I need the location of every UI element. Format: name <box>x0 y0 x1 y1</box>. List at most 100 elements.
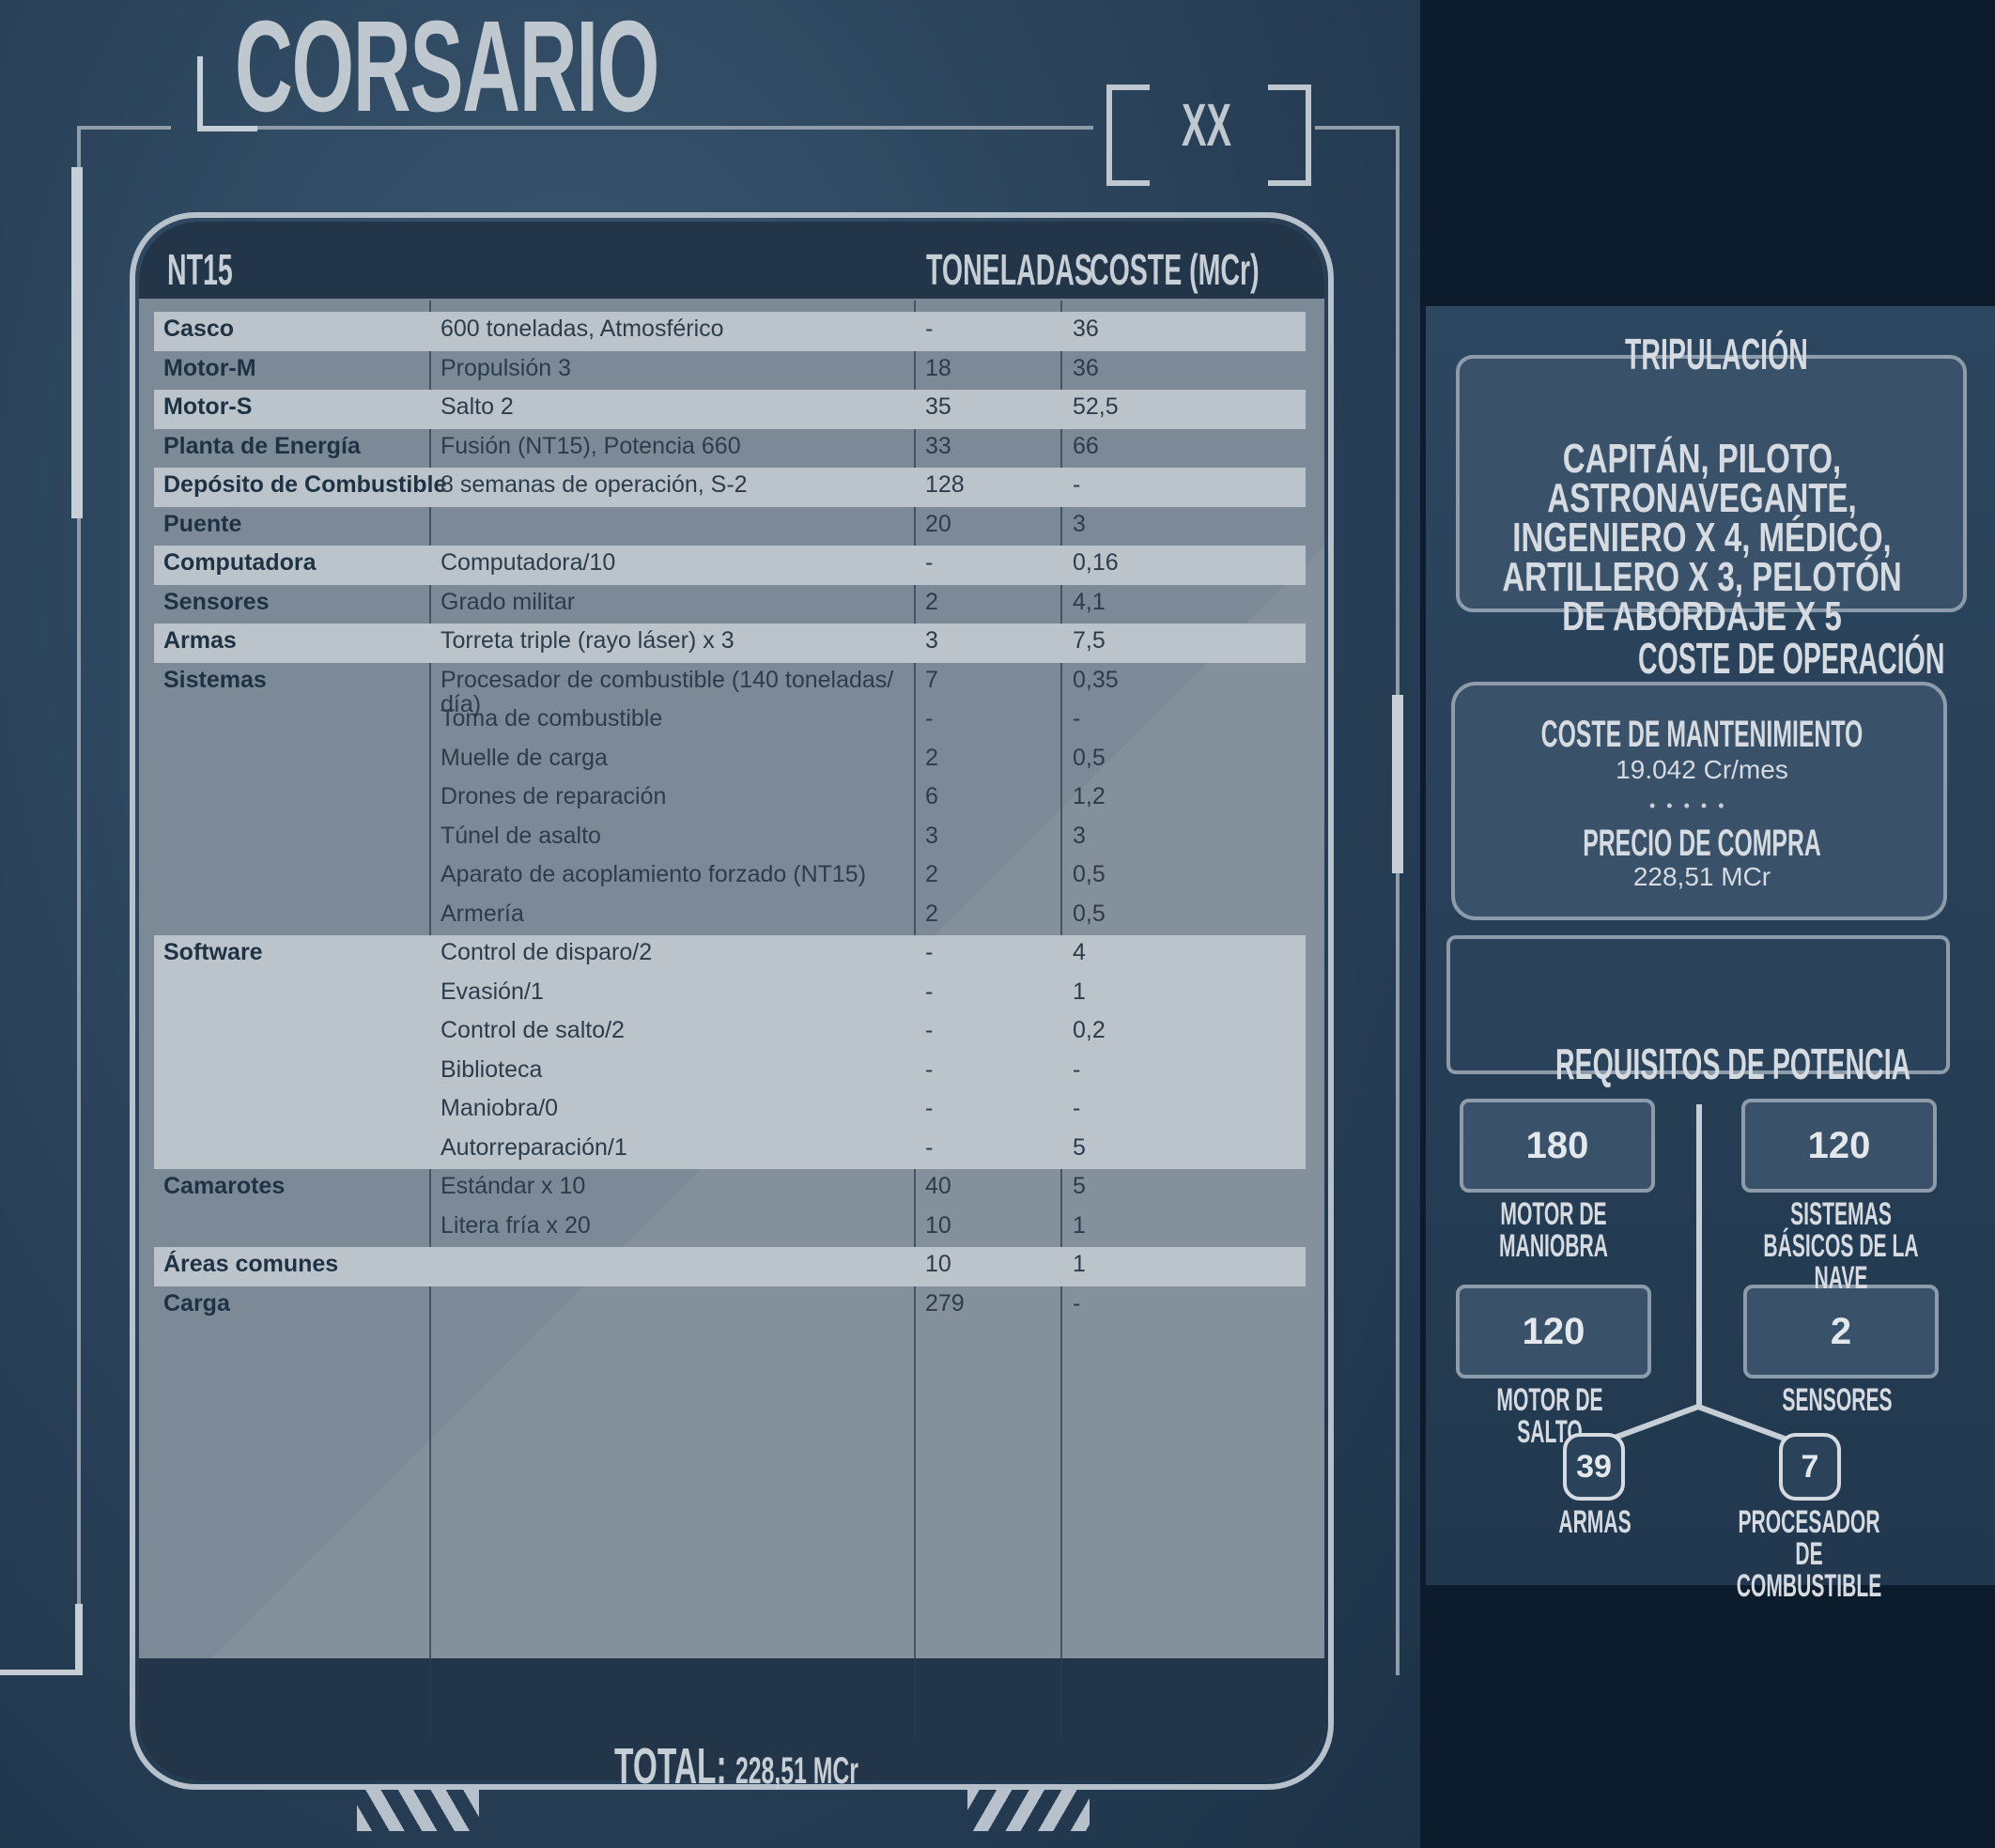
table-row: Carga 279 - <box>154 1286 1306 1326</box>
table-header: NT15 TONELADAS COSTE (MCr) <box>139 222 1324 299</box>
power-label: MOTOR DE MANIOBRA <box>1499 1196 1608 1264</box>
table-cell-label: Sistemas <box>163 666 267 693</box>
table-row: Biblioteca - - <box>154 1052 1306 1091</box>
frame-line <box>1315 126 1400 130</box>
table-cell-tons: 2 <box>925 900 938 927</box>
header-cost: COSTE (MCr) <box>1090 245 1260 294</box>
table-cell-desc: 8 semanas de operación, S-2 <box>441 471 748 498</box>
table-cell-label: Armas <box>163 627 237 654</box>
table-cell-tons: 33 <box>925 432 951 459</box>
table-cell-tons: 35 <box>925 393 951 420</box>
table-cell-tons: 7 <box>925 666 938 693</box>
table-cell-tons: 10 <box>925 1251 951 1277</box>
table-row: Planta de Energía Fusión (NT15), Potencia… <box>154 429 1306 469</box>
table-cell-desc: Drones de reparación <box>441 783 667 809</box>
table-cell-desc: Armería <box>441 900 524 927</box>
table-cell-label: Sensores <box>163 588 270 615</box>
table-row: Autorreparación/1 - 5 <box>154 1130 1306 1169</box>
table-cell-label: Motor-S <box>163 393 253 420</box>
purchase-label: PRECIO DE COMPRA <box>1583 823 1821 864</box>
table-cell-tons: 2 <box>925 744 938 771</box>
power-value: 2 <box>1830 1311 1852 1352</box>
tag-bracket-right <box>1268 85 1311 186</box>
table-row: Drones de reparación 6 1,2 <box>154 779 1306 819</box>
power-box-jump: 120 <box>1456 1285 1651 1378</box>
power-value: 120 <box>1522 1311 1585 1352</box>
table-cell-desc: Salto 2 <box>441 393 514 420</box>
table-cell-cost: - <box>1073 1055 1081 1083</box>
table-cell-desc: Control de disparo/2 <box>441 939 653 965</box>
power-circle-fuel: 7 <box>1779 1433 1841 1501</box>
header-tons: TONELADAS <box>926 245 1092 294</box>
footer-stripes-right <box>967 1784 1090 1831</box>
table-cell-tons: - <box>925 1133 934 1161</box>
power-label: PROCESADOR DE COMBUSTIBLE <box>1736 1504 1882 1604</box>
table-row: Computadora Computadora/10 - 0,16 <box>154 546 1306 585</box>
frame-accent <box>197 56 203 131</box>
table-cell-label: Motor-M <box>163 354 256 381</box>
table-cell-label: Software <box>163 939 263 965</box>
power-trunk-line <box>1696 1104 1702 1407</box>
tag-bracket-left <box>1106 85 1150 186</box>
frame-accent <box>0 1670 83 1675</box>
table-cell-tons: - <box>925 1055 934 1083</box>
table-cell-cost: 0,16 <box>1073 549 1119 576</box>
table-cell-desc: Toma de combustible <box>441 705 663 732</box>
table-cell-tons: 3 <box>925 627 938 654</box>
table-cell-tons: - <box>925 978 934 1005</box>
table-cell-cost: - <box>1073 1289 1081 1317</box>
table-cell-cost: 36 <box>1073 316 1099 342</box>
table-cell-cost: 0,35 <box>1073 666 1119 693</box>
table-cell-cost: - <box>1073 471 1081 498</box>
table-row: Motor-S Salto 2 35 52,5 <box>154 390 1306 429</box>
table-cell-label: Planta de Energía <box>163 432 361 459</box>
table-cell-desc: Torreta triple (rayo láser) x 3 <box>441 627 735 654</box>
table-cell-desc: Propulsión 3 <box>441 354 571 381</box>
table-row: Toma de combustible - - <box>154 701 1306 741</box>
table-cell-desc: Computadora/10 <box>441 549 616 576</box>
table-row: Áreas comunes 10 1 <box>154 1247 1306 1286</box>
table-cell-label: Puente <box>163 510 242 537</box>
table-cell-desc: Estándar x 10 <box>441 1173 586 1199</box>
table-cell-desc: Autorreparación/1 <box>441 1133 627 1161</box>
table-cell-cost: 3 <box>1073 822 1086 849</box>
table-cell-cost: 36 <box>1073 354 1099 381</box>
power-box-sensors: 2 <box>1743 1285 1939 1378</box>
table-cell-tons: - <box>925 705 934 732</box>
table-cell-tons: - <box>925 316 934 342</box>
table-cell-cost: 1 <box>1073 1251 1086 1277</box>
total-value: 228,51 MCr <box>735 1750 858 1792</box>
power-heading: REQUISITOS DE POTENCIA <box>1555 1040 1911 1088</box>
table-cell-tons: 2 <box>925 588 938 615</box>
table-row: Motor-M Propulsión 3 18 36 <box>154 351 1306 391</box>
table-cell-cost: 66 <box>1073 432 1099 459</box>
power-box-maneuver: 180 <box>1460 1099 1655 1193</box>
table-cell-tons: 10 <box>925 1211 951 1239</box>
table-row: Túnel de asalto 3 3 <box>154 819 1306 858</box>
table-cell-cost: 52,5 <box>1073 393 1119 420</box>
total-line: TOTAL: 228,51 MCr <box>614 1737 858 1795</box>
table-cell-cost: 1,2 <box>1073 783 1106 809</box>
purchase-value: 228,51 MCr <box>1632 862 1771 891</box>
frame-line <box>1396 126 1400 1675</box>
table-cell-cost: 0,5 <box>1073 744 1106 771</box>
table-cell-tons: 40 <box>925 1173 951 1199</box>
power-label: SISTEMAS BÁSICOS DE LA NAVE <box>1763 1196 1919 1296</box>
maintenance-label: COSTE DE MANTENIMIENTO <box>1540 714 1864 755</box>
table-row: Evasión/1 - 1 <box>154 974 1306 1013</box>
table-row: Armas Torreta triple (rayo láser) x 3 3 7,5 <box>154 624 1306 663</box>
power-value: 120 <box>1807 1125 1871 1166</box>
table-cell-cost: 4 <box>1073 939 1086 965</box>
table-cell-tons: 3 <box>925 822 938 849</box>
table-cell-tons: 18 <box>925 354 951 381</box>
table-cell-label: Computadora <box>163 549 317 576</box>
power-label: SENSORES <box>1782 1382 1893 1418</box>
table-row: Sensores Grado militar 2 4,1 <box>154 585 1306 624</box>
table-row: Puente 20 3 <box>154 507 1306 547</box>
power-circle-weapons: 39 <box>1563 1433 1625 1501</box>
table-cell-cost: 5 <box>1073 1133 1086 1161</box>
table-cell-desc: Fusión (NT15), Potencia 660 <box>441 432 741 459</box>
frame-accent <box>75 1604 83 1675</box>
table-cell-label: Áreas comunes <box>163 1251 339 1277</box>
table-cell-label: Camarotes <box>163 1173 286 1199</box>
